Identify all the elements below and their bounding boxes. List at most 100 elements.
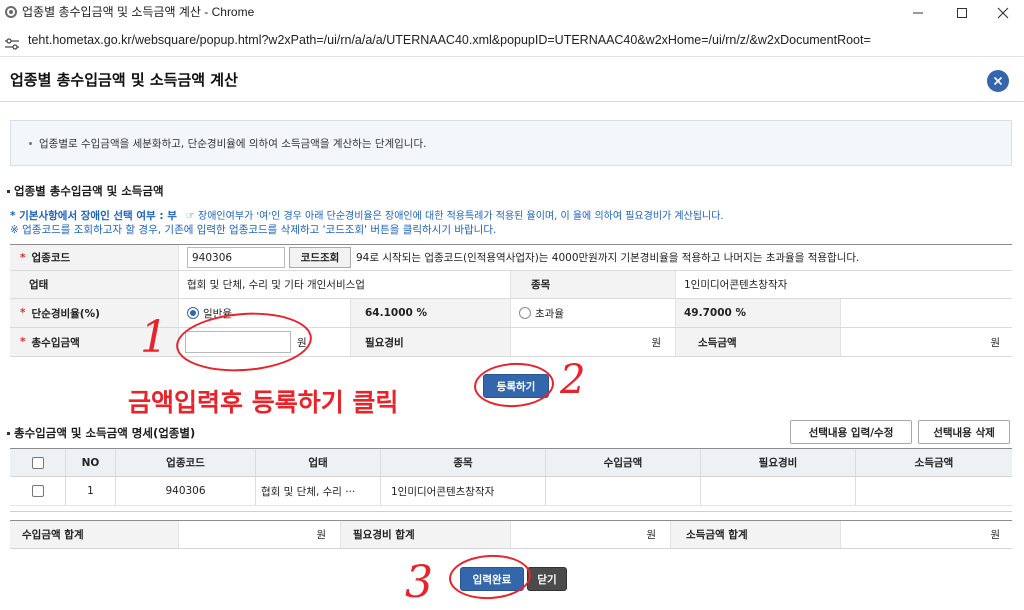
form-row-code: * 업종코드 코드조회 94로 시작되는 업종코드(인적용역사업자)는 4000… (10, 245, 1012, 271)
close-button[interactable]: 닫기 (527, 567, 567, 591)
section-heading-text: 총수입금액 및 소득금액 명세(업종별) (14, 426, 196, 440)
maximize-icon[interactable] (940, 0, 984, 25)
business-code-input[interactable] (187, 247, 285, 268)
column-header[interactable]: NO (65, 449, 115, 476)
total-income-label: 소득금액 합계 (670, 521, 840, 548)
section-heading-detail: 총수입금액 및 소득금액 명세(업종별) (7, 425, 195, 441)
url-text[interactable]: teht.hometax.go.kr/websquare/popup.html?… (28, 33, 1018, 48)
revenue-label-cell: * 총수입금액 (10, 328, 178, 356)
total-income-unit: 원 (990, 529, 1000, 541)
form-row-rate: * 단순경비율(%) 일반율 64.1000 % 초과율 49.7000 % (10, 299, 1012, 328)
excess-rate-radio[interactable]: 초과율 (519, 306, 564, 321)
revenue-input-cell: 원 (178, 328, 350, 356)
income-value: 원 (840, 328, 1012, 356)
item-label: 종목 (510, 271, 675, 298)
rate-label-cell: * 단순경비율(%) (10, 299, 178, 327)
row-expense (700, 477, 855, 505)
row-checkbox-cell (10, 477, 65, 505)
expense-unit: 원 (651, 336, 661, 349)
general-rate-label: 일반율 (203, 307, 232, 320)
bullet-icon (7, 189, 10, 193)
radio-indicator[interactable] (519, 307, 531, 319)
annotation-instruction: 금액입력후 등록하기 클릭 (128, 388, 399, 417)
minimize-icon[interactable] (896, 0, 940, 25)
column-header[interactable]: 업태 (255, 449, 380, 476)
page-title: 업종별 총수입금액 및 소득금액 계산 (10, 71, 238, 89)
code-note: 94로 시작되는 업종코드(인적용역사업자)는 4000만원까지 기본경비율을 … (356, 252, 860, 264)
radio-indicator[interactable] (187, 307, 199, 319)
row-checkbox[interactable] (31, 485, 44, 497)
code-lookup-button[interactable]: 코드조회 (289, 247, 351, 268)
bullet-icon (29, 141, 32, 145)
revenue-label: 총수입금액 (31, 336, 80, 349)
total-income-value: 원 (840, 521, 1012, 548)
notice-disabled-detail: ☞ 장애인여부가 '여'인 경우 아래 단순경비율은 장애인에 대한 적용특례가… (185, 211, 724, 222)
form-row-business: 업태 협회 및 단체, 수리 및 기타 개인서비스업 종목 1인미디어콘텐츠창작… (10, 271, 1012, 299)
business-type-label: 업태 (10, 271, 178, 298)
section-heading-text: 업종별 총수입금액 및 소득금액 (14, 184, 164, 198)
column-header[interactable]: 필요경비 (700, 449, 855, 476)
register-button[interactable]: 등록하기 (483, 374, 549, 398)
bullet-icon (7, 431, 10, 435)
form-row-amounts: * 총수입금액 원 필요경비 원 소득금액 원 (10, 328, 1012, 357)
annotation-step-2: 2 (560, 357, 586, 403)
edit-selected-button[interactable]: 선택내용 입력/수정 (790, 420, 912, 444)
total-revenue-value: 원 (178, 521, 340, 548)
empty-cell (840, 299, 1012, 327)
row-revenue (545, 477, 700, 505)
detail-grid: NO 업종코드 업태 종목 수입금액 필요경비 소득금액 1 940306 협회… (10, 448, 1012, 512)
required-mark: * (20, 336, 26, 348)
excess-rate-label: 초과율 (535, 307, 564, 320)
notice-disabled-status: * 기본사항에서 장애인 선택 여부 : 부 (10, 210, 177, 222)
table-row[interactable]: 1 940306 협회 및 단체, 수리 ··· 1인미디어콘텐츠창작자 (10, 477, 1012, 506)
total-revenue-input[interactable] (185, 331, 291, 353)
total-expense-value: 원 (510, 521, 670, 548)
required-mark: * (20, 307, 26, 319)
required-mark: * (20, 251, 26, 264)
annotation-step-3: 3 (405, 557, 433, 608)
expense-value: 원 (510, 328, 675, 356)
column-header[interactable]: 업종코드 (115, 449, 255, 476)
window-titlebar: 업종별 총수입금액 및 소득금액 계산 - Chrome (0, 0, 1024, 25)
code-label-cell: * 업종코드 (10, 245, 178, 270)
excess-rate-cell: 초과율 (510, 299, 675, 327)
excess-rate-value: 49.7000 % (675, 299, 840, 327)
delete-selected-button[interactable]: 선택내용 삭제 (918, 420, 1010, 444)
close-icon[interactable] (982, 0, 1024, 25)
notice-code-lookup: ※ 업종코드를 조회하고자 할 경우, 기존에 입력한 업종코드를 삭제하고 '… (10, 224, 497, 236)
column-header[interactable]: 종목 (380, 449, 545, 476)
site-settings-icon[interactable] (5, 35, 19, 50)
rate-label: 단순경비율(%) (31, 307, 100, 320)
info-text: 업종별로 수입금액을 세분화하고, 단순경비율에 의하여 소득금액을 계산하는 … (39, 137, 427, 150)
complete-button[interactable]: 입력완료 (460, 567, 524, 591)
code-value-cell: 코드조회 94로 시작되는 업종코드(인적용역사업자)는 4000만원까지 기본… (178, 245, 1012, 270)
close-circle-icon (993, 76, 1003, 86)
grid-header: NO 업종코드 업태 종목 수입금액 필요경비 소득금액 (10, 449, 1012, 477)
select-all-checkbox[interactable] (31, 456, 44, 469)
address-bar: teht.hometax.go.kr/websquare/popup.html?… (0, 25, 1024, 57)
total-expense-unit: 원 (646, 529, 656, 541)
window-title: 업종별 총수입금액 및 소득금액 계산 - Chrome (22, 5, 255, 19)
total-revenue-unit: 원 (316, 529, 326, 541)
income-unit: 원 (990, 336, 1000, 349)
column-header[interactable]: 수입금액 (545, 449, 700, 476)
header-checkbox-cell (10, 449, 65, 476)
item-value: 1인미디어콘텐츠창작자 (675, 271, 1012, 298)
general-rate-value: 64.1000 % (350, 299, 510, 327)
revenue-unit: 원 (297, 336, 307, 349)
chrome-app-icon (5, 6, 17, 18)
info-box: 업종별로 수입금액을 세분화하고, 단순경비율에 의하여 소득금액을 계산하는 … (10, 120, 1012, 166)
expense-label: 필요경비 (350, 328, 510, 356)
section-heading-income: 업종별 총수입금액 및 소득금액 (7, 183, 164, 199)
code-label: 업종코드 (31, 252, 71, 264)
business-type-value: 협회 및 단체, 수리 및 기타 개인서비스업 (178, 271, 510, 298)
row-business-type: 협회 및 단체, 수리 ··· (255, 477, 380, 505)
total-expense-label: 필요경비 합계 (340, 521, 510, 548)
totals-row: 수입금액 합계 원 필요경비 합계 원 소득금액 합계 원 (10, 520, 1012, 549)
income-label: 소득금액 (675, 328, 840, 356)
row-income (855, 477, 1012, 505)
popup-close-button[interactable] (987, 70, 1009, 92)
general-rate-radio[interactable]: 일반율 (187, 306, 232, 321)
row-code: 940306 (115, 477, 255, 505)
column-header[interactable]: 소득금액 (855, 449, 1012, 476)
